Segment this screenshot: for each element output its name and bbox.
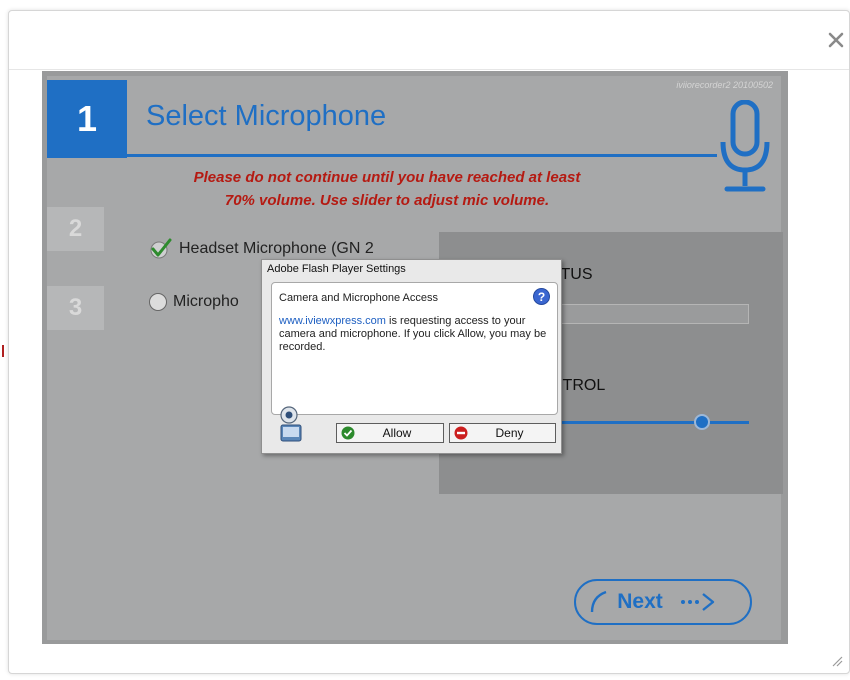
flash-heading: Camera and Microphone Access <box>279 292 438 304</box>
arrow-right-icon <box>680 593 714 611</box>
radio-button[interactable] <box>149 293 167 311</box>
allow-button[interactable]: Allow <box>336 423 444 443</box>
mic-option-label: Micropho <box>173 293 239 310</box>
stop-circle-icon <box>454 426 468 440</box>
volume-meter <box>557 304 749 324</box>
allow-label: Allow <box>382 426 412 440</box>
volume-warning: Please do not continue until you have re… <box>137 166 637 212</box>
warning-line-2: 70% volume. Use slider to adjust mic vol… <box>224 192 550 209</box>
flash-dialog-body: Camera and Microphone Access ? www.iview… <box>271 282 558 415</box>
next-label: Next <box>617 590 663 613</box>
resize-grip-icon[interactable] <box>831 655 843 667</box>
checkmark-circle-icon <box>341 426 355 440</box>
volume-slider-track[interactable] <box>559 421 749 424</box>
step-1-indicator[interactable]: 1 <box>47 80 127 158</box>
step-2-indicator[interactable]: 2 <box>47 207 104 251</box>
microphone-icon <box>720 100 770 192</box>
mic-option-headset[interactable]: Headset Microphone (GN 2 <box>149 238 374 260</box>
flash-dialog-title: Adobe Flash Player Settings <box>267 263 406 275</box>
flash-message: www.iviewxpress.com is requesting access… <box>279 315 554 354</box>
next-button[interactable]: Next <box>574 579 752 625</box>
version-label: iviiorecorder2 20100502 <box>676 80 773 90</box>
edge-marker <box>2 345 4 357</box>
step-3-indicator[interactable]: 3 <box>47 286 104 330</box>
arc-icon <box>590 590 607 613</box>
close-icon[interactable] <box>825 29 847 51</box>
header-divider <box>9 69 849 70</box>
requesting-site-link[interactable]: www.iviewxpress.com <box>279 315 386 327</box>
deny-button[interactable]: Deny <box>449 423 556 443</box>
volume-slider-thumb[interactable] <box>693 414 710 430</box>
mic-option-label: Headset Microphone (GN 2 <box>179 240 374 257</box>
webcam-icon <box>280 406 302 442</box>
deny-label: Deny <box>495 426 524 440</box>
help-icon[interactable]: ? <box>533 288 550 305</box>
flash-settings-dialog: Adobe Flash Player Settings Camera and M… <box>261 259 562 454</box>
title-underline <box>127 154 717 157</box>
mic-option-microphone[interactable]: Micropho <box>149 293 239 311</box>
warning-line-1: Please do not continue until you have re… <box>193 169 581 186</box>
page-title: Select Microphone <box>146 100 387 132</box>
checkmark-icon <box>150 238 172 259</box>
